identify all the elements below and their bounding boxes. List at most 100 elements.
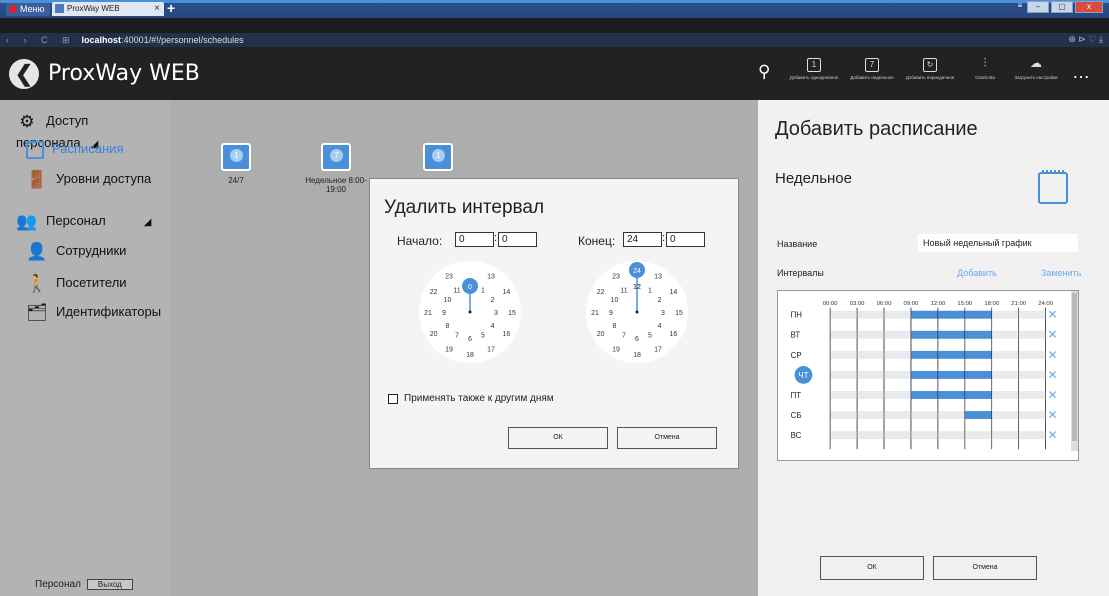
schedule-tile[interactable]: 1 24/7 [196, 143, 276, 185]
browser-tools[interactable]: ⊛ ⊳ ♡ ⤓ [1068, 34, 1103, 45]
browser-tab[interactable]: ProxWay WEB × [52, 2, 164, 16]
add-periodic-button[interactable]: ↻ Добавить периодичное [903, 56, 957, 80]
sidebar-section-personnel[interactable]: 👥 Персонал ◢ [16, 210, 151, 232]
interval-bar [964, 411, 992, 419]
schedule-tile[interactable]: 1 [398, 143, 478, 176]
hour-tick-label: 03:00 [850, 301, 865, 307]
sidebar-item-identifiers[interactable]: 🗂 Идентификаторы [26, 301, 161, 323]
sidebar-item-visitors[interactable]: 🚶 Посетители [26, 272, 126, 294]
apply-other-days-checkbox[interactable] [388, 394, 398, 404]
clock-hour-label: 16 [669, 331, 677, 338]
grid-scrollbar[interactable] [1071, 291, 1078, 451]
end-time-clock[interactable]: 1212345678910111314151617181920212223241… [585, 260, 689, 364]
hour-tick-label: 06:00 [877, 301, 892, 307]
dialog-ok-button[interactable]: ОК [508, 427, 608, 449]
filter-icon[interactable]: ≡ [1015, 1, 1025, 13]
delete-interval-icon[interactable]: ✕ [1048, 328, 1058, 342]
clock-hour-label: 13 [654, 274, 662, 281]
hour-tick-label: 12:00 [930, 301, 945, 307]
clock-hour-label: 4 [491, 323, 495, 330]
clock-center [635, 310, 639, 314]
schedule-label: Недельное 8:00-19:00 [305, 176, 367, 194]
collapse-triangle-icon: ◢ [143, 217, 152, 228]
delete-interval-icon[interactable]: ✕ [1048, 368, 1058, 382]
start-label: Начало: [397, 234, 443, 248]
name-input[interactable]: Новый недельный график [918, 234, 1078, 252]
start-hours-field[interactable]: 0 [455, 232, 494, 247]
clock-hour-label: 23 [445, 274, 453, 281]
clock-hour-label: 11 [453, 287, 460, 294]
upload-settings-button[interactable]: ☁ Загрузить настройки [1009, 56, 1063, 80]
day-label: ПТ [791, 391, 802, 400]
properties-icon: ⫶ [983, 56, 987, 70]
add-weekly-button[interactable]: 7 Добавить недельное [845, 56, 899, 80]
clock-hour-label: 20 [597, 331, 605, 338]
delete-interval-icon[interactable]: ✕ [1048, 428, 1058, 442]
browser-nav-buttons[interactable]: ‹ › C ⊞ [6, 35, 76, 46]
new-tab-button[interactable]: + [167, 0, 175, 16]
address-bar: ‹ › C ⊞ localhost:40001/#!/personnel/sch… [0, 33, 1109, 47]
clock-hour-label: 21 [424, 310, 432, 317]
window-controls: ≡ – ▢ x [1015, 1, 1103, 14]
add-daily-schedule-icon: 1 [807, 58, 821, 72]
interval-bar [910, 391, 992, 399]
more-icon[interactable]: … [1072, 62, 1091, 83]
clock-hour-label: 4 [658, 323, 662, 330]
end-minutes-field[interactable]: 0 [666, 232, 705, 247]
back-logo-icon[interactable]: ❮ [9, 59, 39, 89]
interval-bar [910, 330, 992, 339]
clock-hour-label: 16 [502, 331, 510, 338]
clock-hour-label: 6 [635, 336, 639, 343]
delete-interval-icon[interactable]: ✕ [1048, 408, 1058, 422]
close-button[interactable]: x [1075, 1, 1103, 13]
clock-hour-label: 7 [455, 333, 459, 340]
walking-person-icon: 🚶 [26, 273, 48, 293]
sidebar-item-access-levels[interactable]: 🚪 Уровни доступа [26, 168, 151, 190]
delete-interval-icon[interactable]: ✕ [1048, 348, 1058, 362]
tab-title: ProxWay WEB [67, 4, 120, 13]
maximize-button[interactable]: ▢ [1051, 1, 1073, 13]
hour-tick-label: 15:00 [957, 301, 972, 307]
clock-hour-label: 5 [648, 333, 652, 340]
dialog-cancel-button[interactable]: Отмена [617, 427, 717, 449]
end-hours-field[interactable]: 24 [623, 232, 662, 247]
clock-hour-label: 2 [491, 297, 495, 304]
clock-hour-label: 17 [487, 346, 495, 353]
start-minutes-field[interactable]: 0 [498, 232, 537, 247]
day-label: ЧТ [798, 371, 808, 380]
hour-tick-label: 21:00 [1011, 301, 1026, 307]
clock-hour-label: 20 [430, 331, 438, 338]
tab-close-icon[interactable]: × [154, 2, 160, 16]
browser-menu-button[interactable]: Меню [6, 3, 51, 16]
add-interval-link[interactable]: Добавить [957, 268, 997, 278]
clock-hour-label: 3 [661, 310, 665, 317]
clock-hour-label: 17 [654, 346, 662, 353]
panel-ok-button[interactable]: ОК [820, 556, 924, 580]
clock-hour-label: 13 [487, 274, 495, 281]
url-field[interactable]: localhost:40001/#!/personnel/schedules [82, 35, 244, 45]
delete-interval-icon[interactable]: ✕ [1048, 308, 1058, 322]
schedule-tile[interactable]: 7 Недельное 8:00-19:00 [296, 143, 376, 194]
sidebar-item-employees[interactable]: 👤 Сотрудники [26, 240, 126, 262]
replace-interval-link[interactable]: Заменить [1041, 268, 1081, 278]
properties-button[interactable]: ⫶ Свойства [958, 56, 1012, 80]
logout-button[interactable]: Выход [86, 578, 133, 590]
search-icon[interactable]: ⚲ [758, 62, 776, 82]
clock-hour-label: 6 [468, 336, 472, 343]
add-daily-button[interactable]: 1 Добавить однодневное [787, 56, 841, 80]
clock-hour-label: 21 [591, 310, 599, 317]
sidebar-section-access[interactable]: ⚙ Доступ персонала ◢ [16, 110, 170, 150]
intervals-grid[interactable]: 00:00 03:00 06:00 09:00 12:00 15:00 18:00 21:00… [777, 290, 1079, 461]
interval-bar [910, 350, 992, 359]
day-label: СБ [791, 411, 802, 420]
delete-interval-icon[interactable]: ✕ [1048, 388, 1058, 402]
colon: : [494, 232, 498, 244]
clock-hour-label: 22 [597, 289, 605, 296]
sidebar-item-schedules[interactable]: Расписания [16, 138, 123, 160]
panel-cancel-button[interactable]: Отмена [933, 556, 1037, 580]
start-time-clock[interactable]: 12123456789101113141516171819202122230 [418, 260, 522, 364]
app-title: ProxWay WEB [48, 61, 200, 86]
clock-selected-label: 24 [633, 268, 641, 275]
clock-hour-label: 7 [622, 333, 626, 340]
minimize-button[interactable]: – [1027, 1, 1049, 13]
